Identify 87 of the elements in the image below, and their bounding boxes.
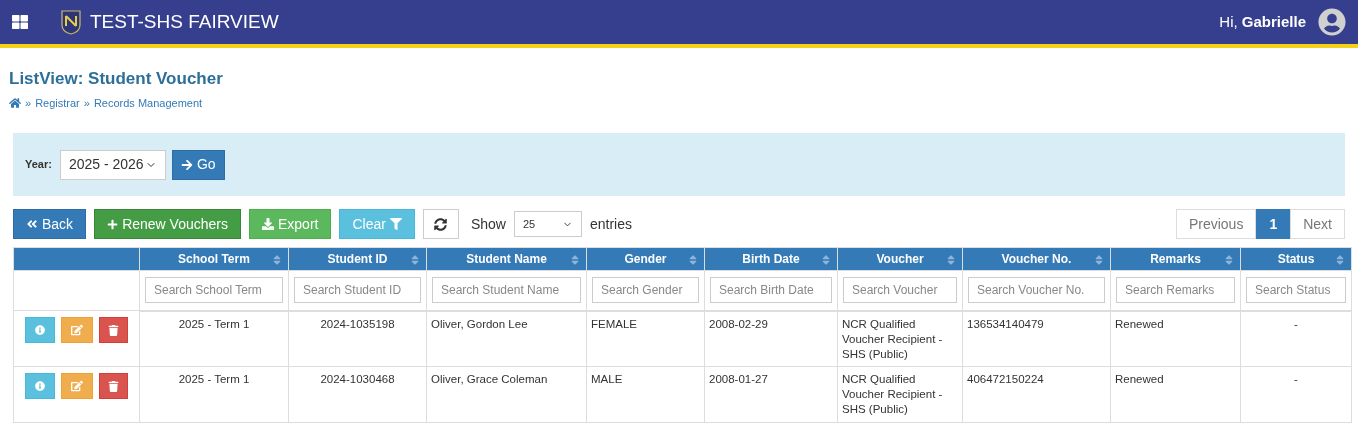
table-cell: 2008-01-27 <box>709 373 768 385</box>
entries-label: entries <box>589 214 632 234</box>
column-header[interactable]: Status <box>1240 247 1352 271</box>
column-search-field[interactable]: Search Student ID <box>294 277 421 304</box>
column-header[interactable]: Birth Date <box>704 247 838 271</box>
user-avatar-icon[interactable] <box>1318 8 1346 36</box>
arrow-right-icon <box>180 158 193 171</box>
sort-icon[interactable] <box>687 254 699 266</box>
column-header[interactable]: Remarks <box>1110 247 1241 271</box>
column-header[interactable]: Voucher No. <box>962 247 1111 271</box>
brand-title[interactable]: TEST-SHS FAIRVIEW <box>90 7 279 37</box>
school-crest-logo <box>60 9 82 35</box>
delete-button[interactable] <box>99 317 128 343</box>
table-cell: MALE <box>591 373 623 385</box>
table-cell: - <box>1294 317 1298 330</box>
edit-button[interactable] <box>61 373 93 399</box>
sort-icon[interactable] <box>409 254 421 266</box>
edit-icon <box>71 380 83 392</box>
export-button[interactable]: Export <box>248 209 332 239</box>
table-cell: 136534140479 <box>967 317 1044 330</box>
breadcrumb-link[interactable]: Registrar <box>35 94 80 111</box>
show-label: Show <box>470 214 506 234</box>
column-search-field[interactable]: Search Student Name <box>432 277 581 304</box>
table-cell: 2008-02-29 <box>709 317 768 330</box>
column-search-field[interactable]: Search Voucher No. <box>968 277 1105 304</box>
sort-icon[interactable] <box>820 254 832 266</box>
table-cell: Oliver, Grace Coleman <box>431 373 548 385</box>
breadcrumb-link[interactable]: Records Management <box>93 94 203 111</box>
double-chevron-icon <box>26 218 38 230</box>
sort-icon[interactable] <box>1223 254 1235 266</box>
column-header[interactable]: Student ID <box>288 247 427 271</box>
renew-vouchers-button[interactable]: Renew Vouchers <box>94 209 241 239</box>
column-search-field[interactable]: Search Voucher <box>843 277 957 304</box>
breadcrumb-separator: » <box>83 95 90 111</box>
refresh-icon <box>434 217 448 231</box>
sort-icon[interactable] <box>1334 254 1346 266</box>
sort-icon[interactable] <box>1093 254 1105 266</box>
year-label: Year: <box>25 157 52 173</box>
back-button[interactable]: Back <box>13 209 87 239</box>
year-select[interactable]: 2025 - 2026 <box>59 149 166 180</box>
page-title: ListView: Student Voucher <box>9 68 224 90</box>
column-header[interactable]: School Term <box>139 247 289 271</box>
column-header[interactable]: Gender <box>586 247 705 271</box>
table-cell: 406472150224 <box>967 373 1044 385</box>
download-icon <box>261 218 274 230</box>
user-greeting[interactable]: Hi, Gabrielle <box>1219 10 1306 34</box>
column-header[interactable]: Student Name <box>426 247 587 271</box>
info-button[interactable] <box>25 317 55 343</box>
column-search-field[interactable]: Search Birth Date <box>710 277 832 304</box>
plus-icon <box>107 218 119 230</box>
trash-icon <box>108 324 119 336</box>
column-search-field[interactable]: Search Status <box>1246 277 1346 304</box>
table-cell: - <box>1294 373 1298 385</box>
info-icon <box>35 381 45 391</box>
table-cell: Oliver, Gordon Lee <box>431 317 528 330</box>
column-search-field[interactable]: Search School Term <box>145 277 283 304</box>
go-button[interactable]: Go <box>171 149 225 180</box>
info-icon <box>35 325 45 335</box>
info-button[interactable] <box>25 373 55 399</box>
column-search-field[interactable]: Search Gender <box>592 277 699 304</box>
table-cell: 2024-1030468 <box>320 373 395 385</box>
breadcrumb-separator: » <box>25 95 32 111</box>
pagination-link[interactable]: Previous <box>1175 209 1257 239</box>
column-search-field[interactable]: Search Remarks <box>1116 277 1235 304</box>
page-size-select[interactable]: 25 <box>513 211 582 237</box>
delete-button[interactable] <box>99 373 128 399</box>
sort-icon[interactable] <box>271 254 283 266</box>
home-icon[interactable] <box>9 96 21 109</box>
table-cell: NCR Qualified Voucher Recipient - SHS (Public) <box>842 317 943 360</box>
table-cell: FEMALE <box>591 317 637 330</box>
trash-icon <box>108 380 119 392</box>
table-cell: 2025 - Term 1 <box>178 317 250 330</box>
apps-grid-icon[interactable] <box>12 14 28 30</box>
pagination-link[interactable]: 1 <box>1256 209 1291 239</box>
filter-icon <box>389 218 402 230</box>
table-cell: NCR Qualified Voucher Recipient - SHS (Public) <box>842 373 943 415</box>
table-cell: Renewed <box>1115 317 1164 330</box>
refresh-button[interactable] <box>422 209 459 239</box>
edit-button[interactable] <box>61 317 93 343</box>
pagination-link[interactable]: Next <box>1290 209 1345 239</box>
sort-icon[interactable] <box>569 254 581 266</box>
table-cell: 2025 - Term 1 <box>178 373 250 385</box>
table-cell: 2024-1035198 <box>320 317 395 330</box>
column-header[interactable]: Voucher <box>837 247 963 271</box>
table-cell: Renewed <box>1115 373 1164 385</box>
edit-icon <box>71 324 83 336</box>
sort-icon[interactable] <box>945 254 957 266</box>
